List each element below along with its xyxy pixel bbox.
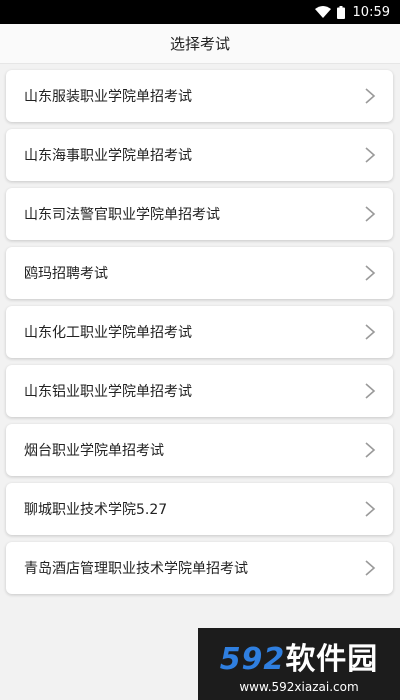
exam-item-label: 山东司法警官职业学院单招考试 [24,207,220,223]
exam-item[interactable]: 烟台职业学院单招考试 [6,424,393,476]
exam-item-label: 山东铝业职业学院单招考试 [24,384,192,400]
exam-item[interactable]: 鸥玛招聘考试 [6,247,393,299]
chevron-right-icon [365,88,376,104]
chevron-right-icon [365,501,376,517]
exam-item-label: 山东海事职业学院单招考试 [24,148,192,164]
watermark: 592软件园 www.592xiazai.com [198,628,400,700]
exam-item[interactable]: 山东服装职业学院单招考试 [6,70,393,122]
exam-item-label: 聊城职业技术学院5.27 [24,502,168,518]
exam-item-label: 山东服装职业学院单招考试 [24,89,192,105]
chevron-right-icon [365,265,376,281]
watermark-url: www.592xiazai.com [239,680,359,694]
chevron-right-icon [365,324,376,340]
battery-icon [336,5,345,19]
watermark-logo-num: 592 [219,642,286,677]
exam-item-label: 烟台职业学院单招考试 [24,443,164,459]
chevron-right-icon [365,206,376,222]
exam-item[interactable]: 山东司法警官职业学院单招考试 [6,188,393,240]
page-title: 选择考试 [0,24,400,64]
exam-item-label: 鸥玛招聘考试 [24,266,108,282]
chevron-right-icon [365,442,376,458]
chevron-right-icon [365,147,376,163]
exam-item[interactable]: 山东化工职业学院单招考试 [6,306,393,358]
exam-item[interactable]: 山东海事职业学院单招考试 [6,129,393,181]
exam-item-label: 青岛酒店管理职业技术学院单招考试 [24,561,248,577]
status-bar: 10:59 [0,0,400,24]
exam-item[interactable]: 聊城职业技术学院5.27 [6,483,393,535]
chevron-right-icon [365,560,376,576]
watermark-logo-text: 软件园 [285,642,379,677]
exam-item[interactable]: 青岛酒店管理职业技术学院单招考试 [6,542,393,594]
chevron-right-icon [365,383,376,399]
exam-item[interactable]: 山东铝业职业学院单招考试 [6,365,393,417]
exam-item-label: 山东化工职业学院单招考试 [24,325,192,341]
wifi-icon [314,6,331,18]
watermark-logo: 592软件园 [220,634,379,678]
status-time: 10:59 [352,4,390,20]
